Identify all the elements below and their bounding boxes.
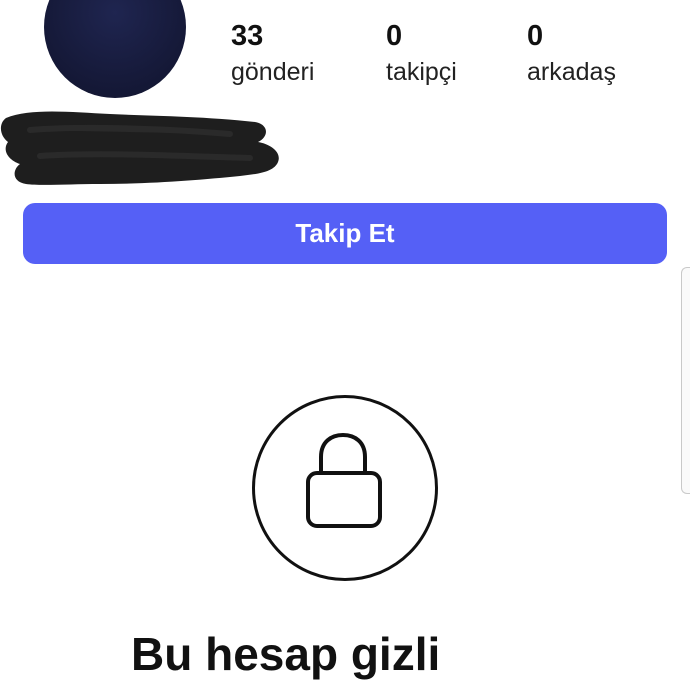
redacted-username — [0, 111, 279, 185]
private-lock-badge — [252, 395, 438, 581]
scrollbar-edge[interactable] — [681, 267, 690, 494]
posts-count: 33 — [231, 20, 264, 52]
followers-label: takipçi — [386, 58, 457, 86]
followers-count: 0 — [386, 20, 403, 52]
friends-label: arkadaş — [527, 58, 616, 86]
stat-posts[interactable]: 33 gönderi — [231, 18, 314, 90]
stat-friends[interactable]: 0 arkadaş — [527, 18, 616, 90]
lock-icon — [306, 432, 382, 528]
profile-avatar[interactable] — [44, 0, 186, 98]
stat-followers[interactable]: 0 takipçi — [386, 18, 457, 90]
posts-label: gönderi — [231, 58, 315, 86]
follow-button[interactable]: Takip Et — [23, 203, 667, 264]
private-account-title: Bu hesap gizli — [131, 628, 441, 680]
friends-count: 0 — [527, 20, 544, 52]
